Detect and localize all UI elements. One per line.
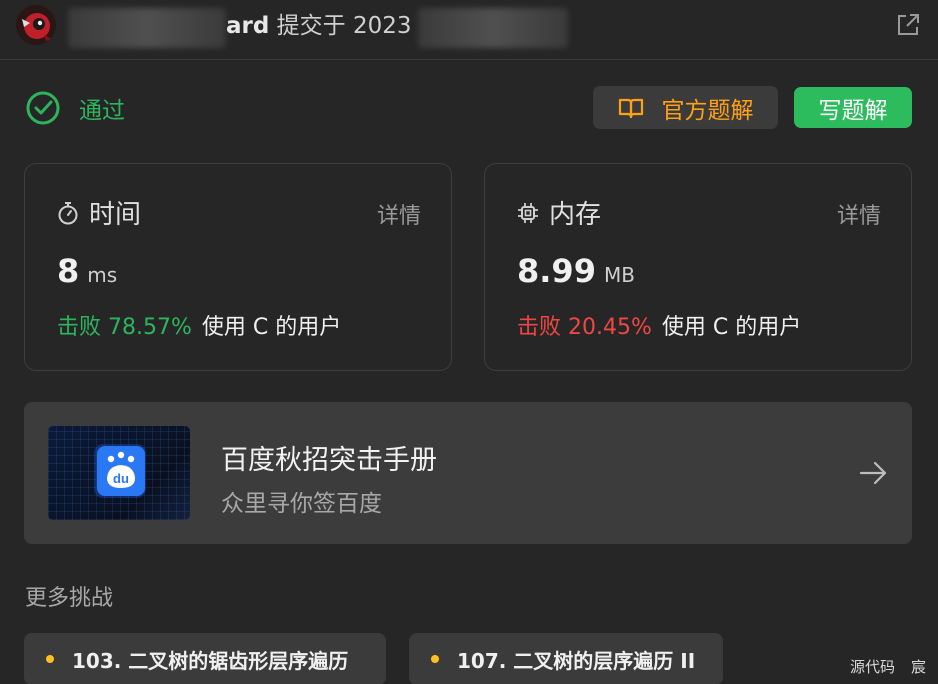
submitted-time-text: 提交于 2023 xyxy=(276,13,412,39)
write-solution-label: 写题解 xyxy=(818,97,888,124)
runtime-card: 时间 详情 8 ms 击败 78.57% 使用 C 的用户 xyxy=(24,163,452,371)
runtime-beat: 击败 78.57% 使用 C 的用户 xyxy=(57,309,341,341)
memory-unit: MB xyxy=(603,263,635,287)
challenge-item[interactable]: 103. 二叉树的锯齿形层序遍历 xyxy=(24,633,386,684)
runtime-card-header: 时间 xyxy=(57,194,141,231)
submission-header: ard 提交于 2023 xyxy=(0,0,938,60)
runtime-title: 时间 xyxy=(89,200,142,230)
baidu-logo-icon: du xyxy=(94,444,146,498)
external-link-icon[interactable] xyxy=(894,11,922,39)
promo-title: 百度秋招突击手册 xyxy=(221,445,437,476)
status-label: 通过 xyxy=(79,98,125,124)
runtime-number: 8 xyxy=(57,252,80,290)
memory-card-header: 内存 xyxy=(517,194,601,231)
official-solution-label: 官方题解 xyxy=(661,97,754,124)
more-challenges-heading: 更多挑战 xyxy=(25,586,114,611)
difficulty-dot xyxy=(431,655,439,663)
memory-beat: 击败 20.45% 使用 C 的用户 xyxy=(517,309,801,341)
memory-value: 8.99 MB xyxy=(517,252,635,290)
memory-number: 8.99 xyxy=(517,252,596,290)
redacted-username xyxy=(68,8,226,48)
baidu-logo-text: du xyxy=(113,471,129,486)
challenge-item[interactable]: 107. 二叉树的层序遍历 II xyxy=(409,633,723,684)
challenge-label: 107. 二叉树的层序遍历 II xyxy=(457,648,696,673)
challenge-label: 103. 二叉树的锯齿形层序遍历 xyxy=(72,648,349,673)
stopwatch-icon xyxy=(58,201,78,224)
footer-extra: 宸 xyxy=(910,658,926,676)
official-solution-button[interactable]: 官方题解 xyxy=(593,86,778,129)
promo-image: du xyxy=(48,426,190,520)
username-suffix: ard xyxy=(226,13,270,39)
runtime-value: 8 ms xyxy=(57,252,117,290)
promo-subtitle: 众里寻你签百度 xyxy=(221,491,382,517)
chip-icon xyxy=(518,202,538,223)
check-circle-icon xyxy=(26,91,60,125)
avatar-image xyxy=(16,5,56,45)
runtime-beat-suffix: 使用 C 的用户 xyxy=(201,315,342,340)
runtime-beat-percent: 击败 78.57% xyxy=(57,315,192,340)
submission-info: ard 提交于 2023 xyxy=(226,9,412,43)
submission-status: 通过 xyxy=(25,90,125,126)
memory-card: 内存 详情 8.99 MB 击败 20.45% 使用 C 的用户 xyxy=(484,163,912,371)
book-icon xyxy=(618,98,643,118)
source-code-link[interactable]: 源代码 xyxy=(850,658,895,676)
memory-beat-suffix: 使用 C 的用户 xyxy=(661,315,802,340)
difficulty-dot xyxy=(46,655,54,663)
footer-links: 源代码宸 xyxy=(834,656,926,677)
memory-title: 内存 xyxy=(549,200,602,230)
arrow-right-icon xyxy=(858,458,888,488)
write-solution-button[interactable]: 写题解 xyxy=(794,87,912,128)
promo-banner[interactable]: du 百度秋招突击手册 众里寻你签百度 xyxy=(24,402,912,544)
runtime-unit: ms xyxy=(87,263,118,287)
avatar[interactable] xyxy=(16,5,56,45)
redacted-timestamp xyxy=(418,8,568,48)
memory-detail-link[interactable]: 详情 xyxy=(837,198,881,230)
memory-beat-percent: 击败 20.45% xyxy=(517,315,652,340)
runtime-detail-link[interactable]: 详情 xyxy=(377,198,421,230)
